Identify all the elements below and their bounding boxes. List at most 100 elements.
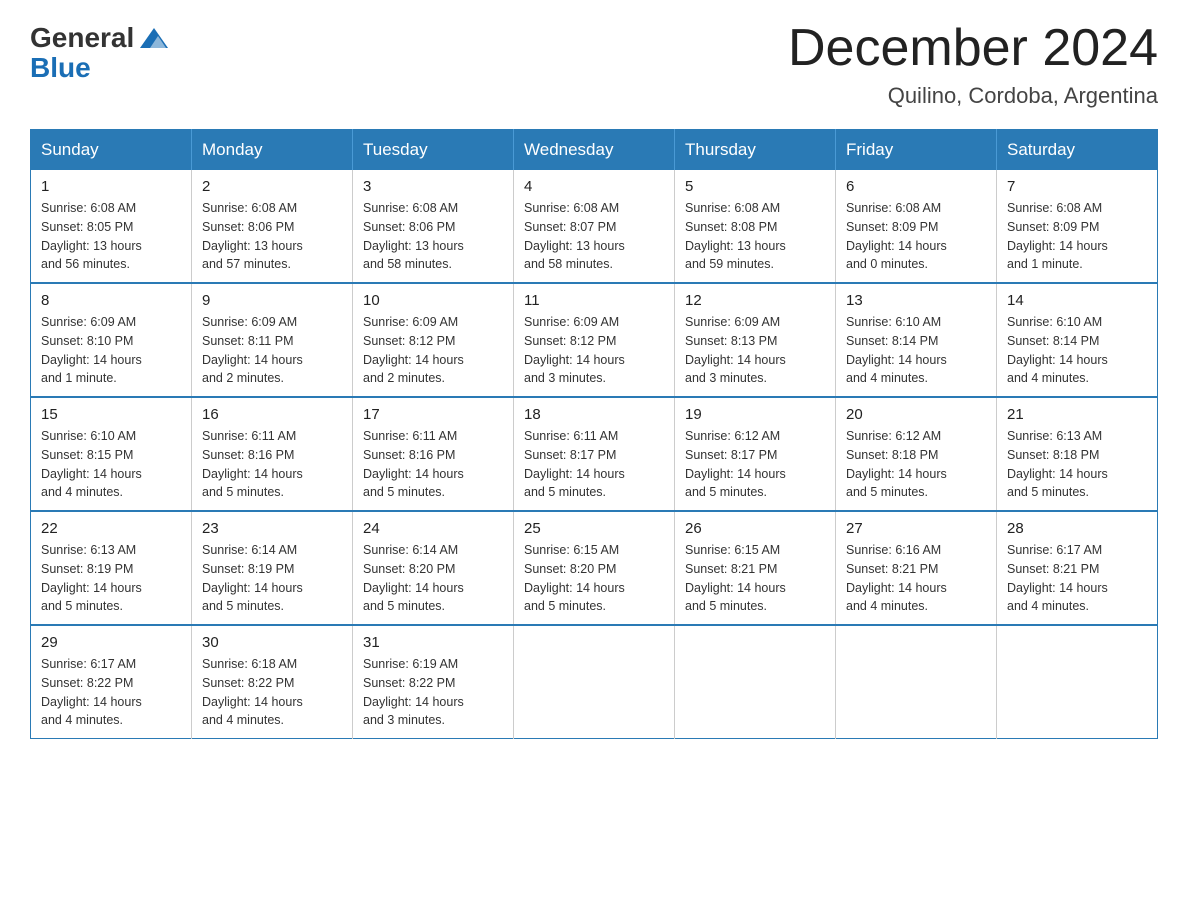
day-number: 3 [363,178,503,195]
calendar-week-row: 1 Sunrise: 6:08 AMSunset: 8:05 PMDaylight… [31,170,1158,283]
calendar-cell: 24 Sunrise: 6:14 AMSunset: 8:20 PMDayligh… [353,511,514,625]
day-info: Sunrise: 6:08 AMSunset: 8:09 PMDaylight:… [1007,199,1147,274]
header-sunday: Sunday [31,130,192,171]
calendar-cell: 16 Sunrise: 6:11 AMSunset: 8:16 PMDayligh… [192,397,353,511]
calendar-cell: 11Sunrise: 6:09 AMSunset: 8:12 PMDayligh… [514,283,675,397]
day-number: 18 [524,406,664,423]
day-number: 2 [202,178,342,195]
day-number: 22 [41,520,181,537]
calendar-body: 1 Sunrise: 6:08 AMSunset: 8:05 PMDaylight… [31,170,1158,739]
day-number: 17 [363,406,503,423]
calendar-cell: 4 Sunrise: 6:08 AMSunset: 8:07 PMDaylight… [514,170,675,283]
day-info: Sunrise: 6:15 AMSunset: 8:20 PMDaylight:… [524,541,664,616]
day-number: 19 [685,406,825,423]
calendar-cell: 10Sunrise: 6:09 AMSunset: 8:12 PMDayligh… [353,283,514,397]
day-info: Sunrise: 6:09 AMSunset: 8:13 PMDaylight:… [685,313,825,388]
calendar-cell: 5Sunrise: 6:08 AMSunset: 8:08 PMDaylight… [675,170,836,283]
day-number: 26 [685,520,825,537]
calendar-cell: 28 Sunrise: 6:17 AMSunset: 8:21 PMDayligh… [997,511,1158,625]
header-thursday: Thursday [675,130,836,171]
day-number: 16 [202,406,342,423]
day-info: Sunrise: 6:14 AMSunset: 8:19 PMDaylight:… [202,541,342,616]
day-number: 29 [41,634,181,651]
day-info: Sunrise: 6:08 AMSunset: 8:06 PMDaylight:… [363,199,503,274]
calendar-cell: 30 Sunrise: 6:18 AMSunset: 8:22 PMDayligh… [192,625,353,739]
day-number: 28 [1007,520,1147,537]
day-info: Sunrise: 6:12 AMSunset: 8:18 PMDaylight:… [846,427,986,502]
day-info: Sunrise: 6:12 AMSunset: 8:17 PMDaylight:… [685,427,825,502]
calendar-cell [997,625,1158,739]
day-info: Sunrise: 6:08 AMSunset: 8:09 PMDaylight:… [846,199,986,274]
day-number: 27 [846,520,986,537]
calendar-cell: 17 Sunrise: 6:11 AMSunset: 8:16 PMDayligh… [353,397,514,511]
calendar-cell: 25 Sunrise: 6:15 AMSunset: 8:20 PMDayligh… [514,511,675,625]
calendar-cell: 15Sunrise: 6:10 AMSunset: 8:15 PMDayligh… [31,397,192,511]
calendar-cell: 12 Sunrise: 6:09 AMSunset: 8:13 PMDayligh… [675,283,836,397]
day-info: Sunrise: 6:08 AMSunset: 8:05 PMDaylight:… [41,199,181,274]
day-number: 23 [202,520,342,537]
calendar-cell: 31Sunrise: 6:19 AMSunset: 8:22 PMDayligh… [353,625,514,739]
day-info: Sunrise: 6:16 AMSunset: 8:21 PMDaylight:… [846,541,986,616]
title-block: December 2024 Quilino, Cordoba, Argentin… [788,20,1158,109]
calendar-cell: 20 Sunrise: 6:12 AMSunset: 8:18 PMDayligh… [836,397,997,511]
day-info: Sunrise: 6:10 AMSunset: 8:14 PMDaylight:… [846,313,986,388]
calendar-cell [836,625,997,739]
calendar-cell: 7Sunrise: 6:08 AMSunset: 8:09 PMDaylight… [997,170,1158,283]
calendar-week-row: 8Sunrise: 6:09 AMSunset: 8:10 PMDaylight… [31,283,1158,397]
day-number: 1 [41,178,181,195]
logo-icon [136,20,172,56]
calendar-cell: 8Sunrise: 6:09 AMSunset: 8:10 PMDaylight… [31,283,192,397]
day-number: 25 [524,520,664,537]
day-number: 20 [846,406,986,423]
day-info: Sunrise: 6:10 AMSunset: 8:15 PMDaylight:… [41,427,181,502]
day-number: 12 [685,292,825,309]
day-number: 8 [41,292,181,309]
calendar-cell: 2Sunrise: 6:08 AMSunset: 8:06 PMDaylight… [192,170,353,283]
month-title: December 2024 [788,20,1158,77]
day-info: Sunrise: 6:19 AMSunset: 8:22 PMDaylight:… [363,655,503,730]
calendar-cell: 27 Sunrise: 6:16 AMSunset: 8:21 PMDayligh… [836,511,997,625]
logo-general-text: General [30,22,134,54]
header-wednesday: Wednesday [514,130,675,171]
day-number: 4 [524,178,664,195]
day-number: 9 [202,292,342,309]
header-tuesday: Tuesday [353,130,514,171]
day-info: Sunrise: 6:18 AMSunset: 8:22 PMDaylight:… [202,655,342,730]
logo-container: General Blue [30,20,174,84]
day-info: Sunrise: 6:13 AMSunset: 8:18 PMDaylight:… [1007,427,1147,502]
day-info: Sunrise: 6:10 AMSunset: 8:14 PMDaylight:… [1007,313,1147,388]
day-info: Sunrise: 6:11 AMSunset: 8:16 PMDaylight:… [363,427,503,502]
header-friday: Friday [836,130,997,171]
calendar-cell: 26 Sunrise: 6:15 AMSunset: 8:21 PMDayligh… [675,511,836,625]
day-info: Sunrise: 6:09 AMSunset: 8:12 PMDaylight:… [524,313,664,388]
calendar-cell: 1 Sunrise: 6:08 AMSunset: 8:05 PMDaylight… [31,170,192,283]
day-number: 14 [1007,292,1147,309]
calendar-table: Sunday Monday Tuesday Wednesday Thursday… [30,129,1158,739]
calendar-header: Sunday Monday Tuesday Wednesday Thursday… [31,130,1158,171]
day-info: Sunrise: 6:17 AMSunset: 8:21 PMDaylight:… [1007,541,1147,616]
calendar-cell: 9 Sunrise: 6:09 AMSunset: 8:11 PMDaylight… [192,283,353,397]
calendar-week-row: 15Sunrise: 6:10 AMSunset: 8:15 PMDayligh… [31,397,1158,511]
day-info: Sunrise: 6:11 AMSunset: 8:17 PMDaylight:… [524,427,664,502]
logo-blue-text: Blue [30,52,91,84]
calendar-cell: 13Sunrise: 6:10 AMSunset: 8:14 PMDayligh… [836,283,997,397]
calendar-cell [514,625,675,739]
day-number: 30 [202,634,342,651]
location-title: Quilino, Cordoba, Argentina [788,83,1158,109]
day-info: Sunrise: 6:13 AMSunset: 8:19 PMDaylight:… [41,541,181,616]
page-header: General Blue December 2024 Quilino, Cord… [30,20,1158,109]
day-info: Sunrise: 6:09 AMSunset: 8:11 PMDaylight:… [202,313,342,388]
calendar-cell: 18 Sunrise: 6:11 AMSunset: 8:17 PMDayligh… [514,397,675,511]
day-info: Sunrise: 6:11 AMSunset: 8:16 PMDaylight:… [202,427,342,502]
calendar-cell: 14 Sunrise: 6:10 AMSunset: 8:14 PMDayligh… [997,283,1158,397]
calendar-cell: 22 Sunrise: 6:13 AMSunset: 8:19 PMDayligh… [31,511,192,625]
day-number: 21 [1007,406,1147,423]
day-info: Sunrise: 6:14 AMSunset: 8:20 PMDaylight:… [363,541,503,616]
calendar-cell: 6Sunrise: 6:08 AMSunset: 8:09 PMDaylight… [836,170,997,283]
day-number: 24 [363,520,503,537]
weekday-header-row: Sunday Monday Tuesday Wednesday Thursday… [31,130,1158,171]
calendar-cell: 21 Sunrise: 6:13 AMSunset: 8:18 PMDayligh… [997,397,1158,511]
calendar-week-row: 22 Sunrise: 6:13 AMSunset: 8:19 PMDayligh… [31,511,1158,625]
day-info: Sunrise: 6:08 AMSunset: 8:07 PMDaylight:… [524,199,664,274]
day-info: Sunrise: 6:15 AMSunset: 8:21 PMDaylight:… [685,541,825,616]
